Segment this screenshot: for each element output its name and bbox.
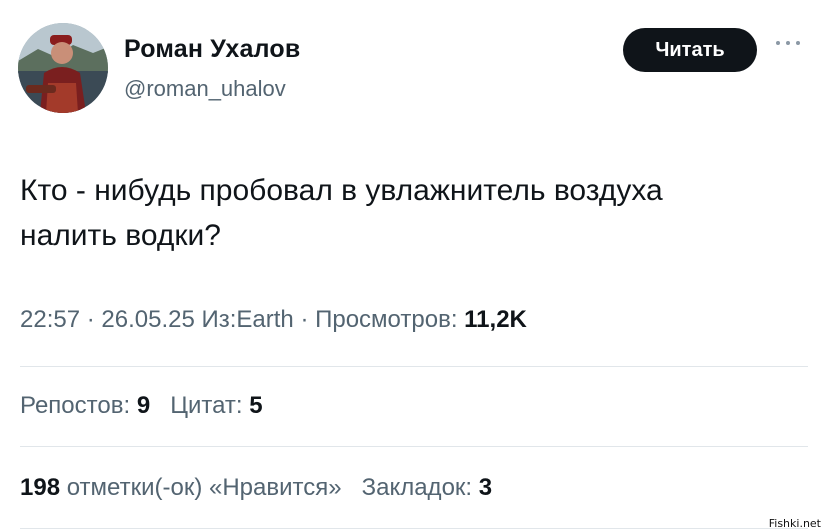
meta-separator: · xyxy=(293,306,316,333)
bookmarks-count: 3 xyxy=(478,474,493,501)
timestamp-date[interactable]: 26.05.25 xyxy=(101,306,194,333)
dot xyxy=(796,41,800,45)
watermark: Fishki.net xyxy=(768,517,821,530)
bookmarks-label: Закладок: xyxy=(361,474,473,501)
quotes-count: 5 xyxy=(249,392,263,419)
reposts-count: 9 xyxy=(136,392,151,419)
tweet-text-line: налить водки? xyxy=(20,219,221,252)
likes-count: 198 xyxy=(20,474,61,501)
likes-stat[interactable]: 198 отметки(-ок) «Нравится» xyxy=(20,474,342,501)
views-count: 11,2K xyxy=(464,306,527,333)
meta-separator: · xyxy=(80,306,102,333)
views-label: Просмотров: xyxy=(315,306,458,333)
bookmarks-stat[interactable]: Закладок: 3 xyxy=(362,474,493,501)
avatar-photo xyxy=(18,23,108,113)
dot xyxy=(786,41,790,45)
timestamp-time[interactable]: 22:57 xyxy=(20,306,80,333)
divider xyxy=(20,366,808,367)
dot xyxy=(776,41,780,45)
likes-label: отметки(-ок) «Нравится» xyxy=(66,474,342,501)
divider xyxy=(20,446,808,447)
username-handle[interactable]: @roman_uhalov xyxy=(124,76,286,102)
avatar[interactable] xyxy=(18,23,108,113)
follow-button[interactable]: Читать xyxy=(623,28,757,72)
tweet-text-line: Кто - нибудь пробовал в увлажнитель возд… xyxy=(20,174,663,207)
more-horizontal-icon[interactable] xyxy=(776,38,800,48)
engagement-stats-row: 198 отметки(-ок) «Нравится» Закладок: 3 xyxy=(20,474,492,502)
quotes-stat[interactable]: Цитат: 5 xyxy=(170,392,262,419)
reposts-stat[interactable]: Репостов: 9 xyxy=(20,392,150,419)
tweet-text: Кто - нибудь пробовал в увлажнитель возд… xyxy=(20,168,810,258)
engagement-stats-row: Репостов: 9 Цитат: 5 xyxy=(20,392,263,420)
quotes-label: Цитат: xyxy=(170,392,243,419)
divider xyxy=(20,528,808,529)
tweet-source: Из:Earth xyxy=(201,306,294,333)
reposts-label: Репостов: xyxy=(20,392,131,419)
tweet-meta: 22:57 · 26.05.25 Из:Earth · Просмотров: … xyxy=(20,306,527,334)
display-name[interactable]: Роман Ухалов xyxy=(124,35,300,64)
